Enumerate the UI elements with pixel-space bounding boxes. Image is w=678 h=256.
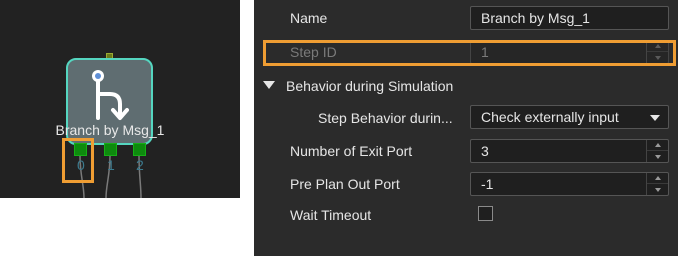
name-field[interactable]: Branch by Msg_1 [470,6,669,30]
name-label: Name [290,10,328,26]
exit-port-count-field[interactable]: 3 [470,139,669,163]
pre-plan-port-field[interactable]: -1 [470,172,669,196]
port-number-2: 2 [136,157,144,173]
output-port-2[interactable] [133,143,146,156]
exit-port-count-spinner [646,140,668,162]
port-0-highlight [62,138,94,183]
node-label: Branch by Msg_1 [55,122,165,138]
step-id-highlight [263,40,676,66]
chevron-down-icon [650,115,660,121]
exit-port-count-label: Number of Exit Port [290,143,413,159]
pre-plan-port-spinner [646,173,668,195]
pre-plan-increment-button[interactable] [647,173,668,184]
exit-port-count-value: 3 [481,143,489,159]
step-behavior-value: Check externally input [481,109,619,125]
pre-plan-port-value: -1 [481,176,494,192]
port-number-1: 1 [107,157,115,173]
step-behavior-label: Step Behavior durin... [318,110,453,126]
properties-panel: Name Branch by Msg_1 Step ID 1 Behavior … [254,0,678,256]
pre-plan-port-label: Pre Plan Out Port [290,176,400,192]
flow-canvas[interactable]: Branch by Msg_1 0 1 2 [0,0,240,198]
exit-port-increment-button[interactable] [647,140,668,151]
wait-timeout-label: Wait Timeout [290,207,372,223]
section-behavior-simulation[interactable]: Behavior during Simulation [286,77,453,95]
pre-plan-decrement-button[interactable] [647,184,668,195]
collapse-arrow-icon[interactable] [263,81,275,89]
step-behavior-select[interactable]: Check externally input [470,105,669,129]
wait-timeout-checkbox[interactable] [478,206,493,221]
exit-port-decrement-button[interactable] [647,151,668,162]
output-port-1[interactable] [104,143,117,156]
